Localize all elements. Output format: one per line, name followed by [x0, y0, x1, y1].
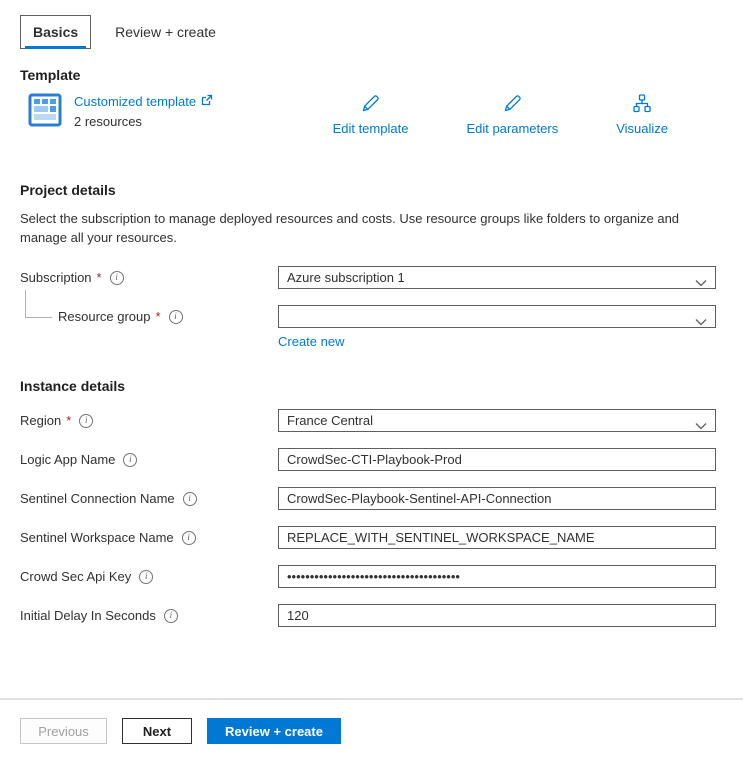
create-new-link[interactable]: Create new — [278, 334, 344, 349]
template-resources-count: 2 resources — [74, 114, 213, 129]
info-icon[interactable]: i — [183, 492, 197, 506]
crowdsec-api-key-row: Crowd Sec Api Key i — [20, 565, 723, 588]
subscription-dropdown[interactable]: Azure subscription 1 — [278, 266, 716, 289]
required-asterisk: * — [97, 270, 102, 285]
chevron-down-icon — [695, 275, 707, 290]
sentinel-connection-name-row: Sentinel Connection Name i — [20, 487, 723, 510]
external-link-icon — [201, 94, 213, 109]
sentinel-workspace-name-label: Sentinel Workspace Name — [20, 530, 174, 545]
info-icon[interactable]: i — [110, 271, 124, 285]
resource-group-row: Resource group * i Create new — [20, 305, 723, 351]
review-create-button[interactable]: Review + create — [207, 718, 341, 744]
next-button[interactable]: Next — [122, 718, 192, 744]
previous-button[interactable]: Previous — [20, 718, 107, 744]
subscription-label: Subscription — [20, 270, 92, 285]
template-grid-icon — [28, 93, 62, 127]
visualize-button[interactable]: Visualize — [616, 93, 668, 136]
crowdsec-api-key-label-group: Crowd Sec Api Key i — [20, 565, 278, 588]
initial-delay-input[interactable] — [278, 604, 716, 627]
region-row: Region * i France Central — [20, 409, 723, 432]
project-details-heading: Project details — [20, 182, 723, 198]
tab-basics[interactable]: Basics — [20, 15, 91, 49]
edit-template-label: Edit template — [333, 121, 409, 136]
custom-deployment-page: Basics Review + create Template Custom — [0, 0, 743, 758]
customized-template-link[interactable]: Customized template — [74, 94, 213, 109]
template-heading: Template — [20, 67, 723, 83]
info-icon[interactable]: i — [79, 414, 93, 428]
sentinel-workspace-name-input[interactable] — [278, 526, 716, 549]
project-details-description: Select the subscription to manage deploy… — [20, 209, 723, 247]
resource-group-dropdown[interactable] — [278, 305, 716, 328]
sentinel-connection-name-input[interactable] — [278, 487, 716, 510]
sentinel-connection-name-label: Sentinel Connection Name — [20, 491, 175, 506]
sentinel-connection-name-label-group: Sentinel Connection Name i — [20, 487, 278, 510]
initial-delay-label: Initial Delay In Seconds — [20, 608, 156, 623]
pencil-icon — [502, 93, 523, 117]
resource-group-label: Resource group — [58, 309, 151, 324]
template-meta: Customized template 2 resources — [74, 93, 213, 129]
subscription-row: Subscription * i Azure subscription 1 — [20, 266, 723, 289]
info-icon[interactable]: i — [169, 310, 183, 324]
crowdsec-api-key-input[interactable] — [278, 565, 716, 588]
deployment-form: Subscription * i Azure subscription 1 — [20, 266, 723, 627]
info-icon[interactable]: i — [164, 609, 178, 623]
info-icon[interactable]: i — [182, 531, 196, 545]
initial-delay-row: Initial Delay In Seconds i — [20, 604, 723, 627]
hierarchy-connector-line — [25, 290, 52, 318]
chevron-down-icon — [695, 314, 707, 329]
region-value: France Central — [287, 413, 373, 428]
visualize-label: Visualize — [616, 121, 668, 136]
customized-template-link-label: Customized template — [74, 94, 196, 109]
logic-app-name-input[interactable] — [278, 448, 716, 471]
region-label-group: Region * i — [20, 409, 278, 432]
crowdsec-api-key-label: Crowd Sec Api Key — [20, 569, 131, 584]
edit-parameters-label: Edit parameters — [466, 121, 558, 136]
tab-review-create[interactable]: Review + create — [103, 15, 228, 49]
region-label: Region — [20, 413, 61, 428]
region-dropdown[interactable]: France Central — [278, 409, 716, 432]
required-asterisk: * — [156, 309, 161, 324]
subscription-label-group: Subscription * i — [20, 266, 278, 289]
pencil-icon — [360, 93, 381, 117]
logic-app-name-label-group: Logic App Name i — [20, 448, 278, 471]
edit-parameters-button[interactable]: Edit parameters — [466, 93, 558, 136]
initial-delay-label-group: Initial Delay In Seconds i — [20, 604, 278, 627]
org-chart-icon — [631, 93, 653, 117]
template-row: Customized template 2 resources — [20, 93, 723, 136]
subscription-value: Azure subscription 1 — [287, 270, 405, 285]
logic-app-name-label: Logic App Name — [20, 452, 115, 467]
resource-group-label-group: Resource group * i — [20, 305, 278, 328]
template-actions: Edit template Edit parameters — [333, 93, 723, 136]
required-asterisk: * — [66, 413, 71, 428]
tab-bar: Basics Review + create — [20, 15, 723, 49]
edit-template-button[interactable]: Edit template — [333, 93, 409, 136]
sentinel-workspace-name-label-group: Sentinel Workspace Name i — [20, 526, 278, 549]
sentinel-workspace-name-row: Sentinel Workspace Name i — [20, 526, 723, 549]
info-icon[interactable]: i — [123, 453, 137, 467]
subscription-group: Subscription * i Azure subscription 1 — [20, 266, 723, 351]
wizard-footer: Previous Next Review + create — [0, 698, 743, 758]
footer-buttons: Previous Next Review + create — [0, 700, 743, 744]
info-icon[interactable]: i — [139, 570, 153, 584]
logic-app-name-row: Logic App Name i — [20, 448, 723, 471]
chevron-down-icon — [695, 418, 707, 433]
instance-details-heading: Instance details — [20, 378, 723, 394]
